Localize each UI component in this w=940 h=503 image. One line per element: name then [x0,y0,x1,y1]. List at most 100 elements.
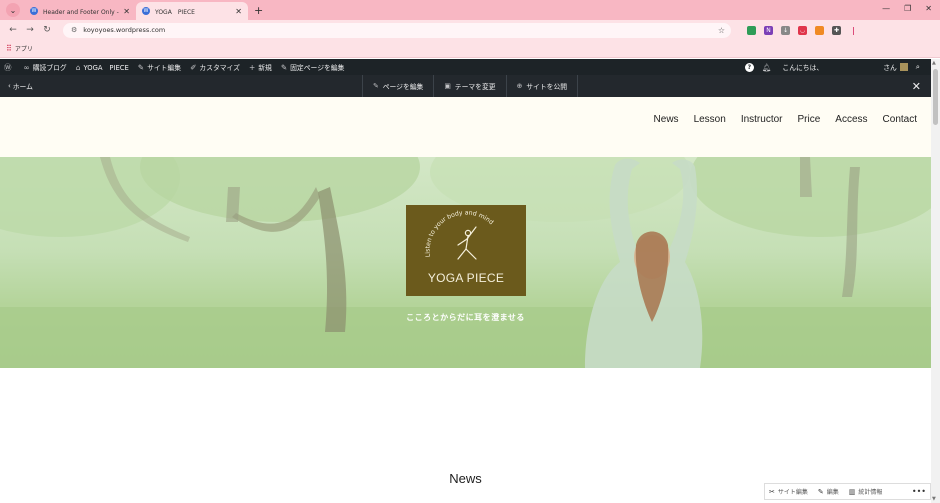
admin-site-name[interactable]: ⌂ YOGA PIECE [75,62,129,73]
pencil-icon: ✎ [817,487,824,496]
apps-grid-icon: ⠿ [6,44,12,53]
page-scrollbar[interactable]: ▲ ▼ [931,59,940,503]
globe-icon: ⊕ [516,82,523,90]
user-suffix: さん [883,64,897,72]
wordpress-logo-menu[interactable]: Ⓦ [4,62,15,73]
new-tab-plus-icon[interactable]: + [254,4,263,17]
restore-icon[interactable]: ❐ [904,4,911,13]
window-close-icon[interactable]: ✕ [925,4,932,13]
browser-tab-yoga-piece[interactable]: W YOGA PIECE ✕ [136,2,248,20]
edit-page-button[interactable]: ✎ ページを編集 [362,75,433,97]
admin-customize-label: カスタマイズ [199,64,240,72]
tab-title: YOGA PIECE [155,8,195,16]
home-link[interactable]: ‹ ホーム [8,81,33,91]
float-edit-label: 編集 [826,489,839,496]
wp-edit-bar: ‹ ホーム ✎ ページを編集 ▣ テーマを変更 ⊕ サイトを公開 ✕ [0,75,931,97]
site-header: News Lesson Instructor Price Access Cont… [0,97,931,157]
nav-news[interactable]: News [654,114,679,125]
float-stats-button[interactable]: ▥ 統計情報 [848,487,883,497]
wordpress-logo-icon: Ⓦ [4,62,12,72]
greeting-text: こんにちは、 [782,64,824,72]
admin-edit-page-label: 固定ページを編集 [290,64,345,72]
yoga-pose-icon [457,226,477,260]
tab-search-chevron-icon[interactable]: ⌄ [6,3,20,17]
change-theme-label: テーマを変更 [454,83,496,91]
forward-arrow-icon[interactable]: → [23,25,37,35]
float-site-edit-label: サイト編集 [777,489,808,496]
plus-icon: + [248,62,256,72]
change-theme-button[interactable]: ▣ テーマを変更 [433,75,505,97]
admin-reader[interactable]: ∞ 購読ブログ [23,62,67,73]
back-arrow-icon[interactable]: ← [6,25,20,35]
address-bar[interactable]: ⚙ koyoyoes.wordpress.com ☆ [63,22,731,38]
edit-page-label: ページを編集 [382,83,424,91]
minimize-icon[interactable]: — [882,4,890,13]
admin-site-editor[interactable]: ✎ サイト編集 [137,62,182,73]
home-link-label: ホーム [12,83,33,91]
publish-site-button[interactable]: ⊕ サイトを公開 [505,75,579,97]
hero-tagline: こころとからだに耳を澄ませる [406,313,525,322]
nav-contact[interactable]: Contact [883,114,917,125]
notifications-button[interactable]: 🔔︎ [762,63,775,72]
bookmark-apps[interactable]: アプリ [15,44,33,53]
reader-icon: ∞ [23,62,30,72]
bookmark-star-icon[interactable]: ☆ [718,26,725,35]
scroll-thumb[interactable] [933,69,938,125]
pocket-extension-icon[interactable]: ◡ [798,25,807,35]
browser-tab-strip: ⌄ W Header and Footer Only - テンプ ✕ W YOG… [0,0,940,20]
admin-new[interactable]: + 新規 [248,62,272,73]
onenote-extension-icon[interactable]: N [764,25,773,35]
admin-site-editor-label: サイト編集 [147,64,182,72]
nav-access[interactable]: Access [835,114,867,125]
extension-orange-icon[interactable] [815,25,824,35]
browser-toolbar: ← → ↻ ⚙ koyoyoes.wordpress.com ☆ N ↓ ◡ ✚… [0,20,940,40]
avatar [899,63,908,71]
nav-price[interactable]: Price [798,114,821,125]
help-button[interactable]: ? [744,62,754,72]
extension-green-icon[interactable] [747,25,756,35]
nav-lesson[interactable]: Lesson [694,114,726,125]
admin-customize[interactable]: ✐ カスタマイズ [190,62,240,73]
extensions-puzzle-icon[interactable]: ✚ [832,25,841,35]
hero-cover: Listen to your body and mind YOGA PIECE … [0,157,931,368]
admin-site-name-label: YOGA PIECE [83,64,129,72]
tools-icon: ✂ [769,487,775,496]
more-options-icon[interactable]: ••• [912,487,926,496]
admin-edit-page[interactable]: ✎ 固定ページを編集 [280,62,345,73]
scroll-down-icon[interactable]: ▼ [932,496,936,502]
logo-title: YOGA PIECE [427,271,505,285]
pencil-icon: ✎ [373,82,379,90]
tab-close-icon[interactable]: ✕ [123,7,130,16]
logo-arc-text: Listen to your body and mind [424,209,494,257]
extensions-row: N ↓ ◡ ✚ | [747,25,858,35]
edit-bar-actions: ✎ ページを編集 ▣ テーマを変更 ⊕ サイトを公開 [362,75,579,97]
home-icon: ⌂ [75,62,81,72]
float-edit-button[interactable]: ✎ 編集 [817,487,839,497]
customize-icon: ✐ [190,62,197,72]
admin-reader-label: 購読ブログ [32,64,67,72]
admin-new-label: 新規 [258,64,272,72]
site-info-icon[interactable]: ⚙ [71,26,77,34]
edit-icon: ✎ [280,62,288,72]
brush-icon: ✎ [137,62,145,72]
admin-search-button[interactable]: ⌕ [916,62,923,72]
floating-edit-toolbar: ✂ サイト編集 ✎ 編集 ▥ 統計情報 ••• [764,483,931,500]
bar-chart-icon: ▥ [848,487,856,496]
browser-tab-header-footer[interactable]: W Header and Footer Only - テンプ ✕ [24,2,136,20]
nav-instructor[interactable]: Instructor [741,114,783,125]
tab-close-icon[interactable]: ✕ [235,7,242,16]
close-edit-bar-icon[interactable]: ✕ [912,80,921,93]
publish-site-label: サイトを公開 [526,83,568,91]
site-logo[interactable]: Listen to your body and mind YOGA PIECE [406,205,526,296]
profile-divider-icon: | [852,25,855,35]
wordpress-favicon-icon: W [142,7,150,15]
reload-icon[interactable]: ↻ [40,25,54,35]
admin-greeting[interactable]: こんにちは、 さん [782,62,908,72]
float-site-edit-button[interactable]: ✂ サイト編集 [769,487,808,497]
chevron-left-icon: ‹ [8,82,11,90]
download-extension-icon[interactable]: ↓ [781,25,790,35]
url-text: koyoyoes.wordpress.com [83,26,166,34]
site-navigation: News Lesson Instructor Price Access Cont… [639,114,917,125]
layout-icon: ▣ [444,82,451,90]
scroll-up-icon[interactable]: ▲ [932,60,936,66]
